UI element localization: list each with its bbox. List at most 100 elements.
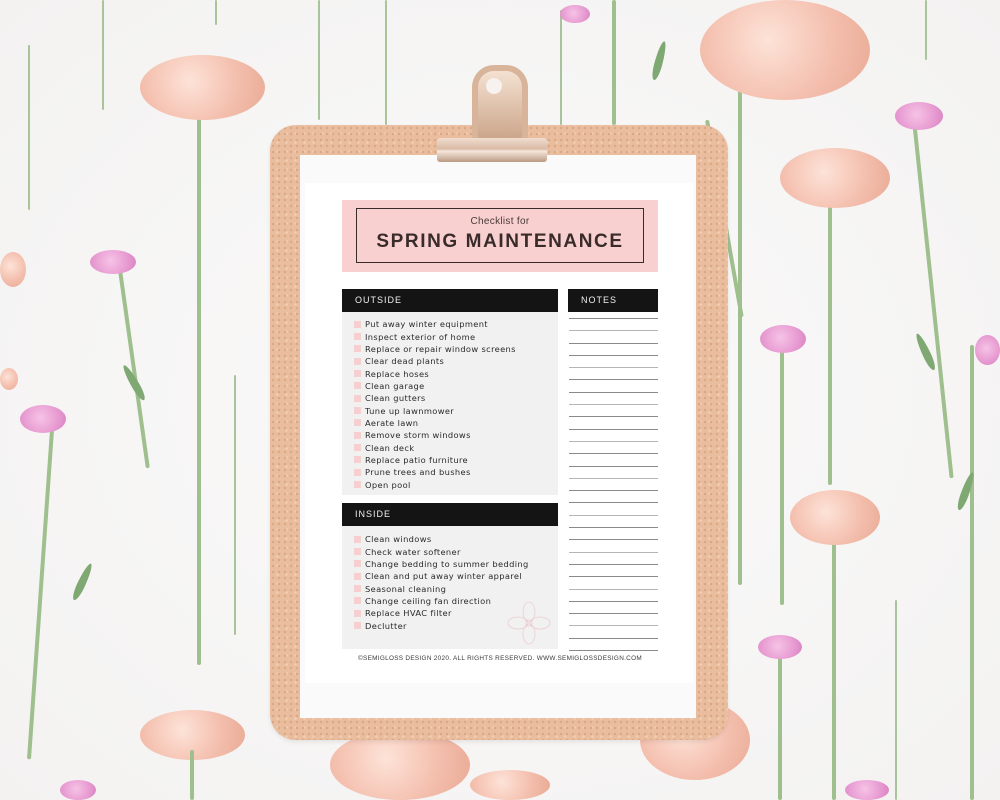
- checklist-item[interactable]: Clean windows: [354, 533, 529, 545]
- notes-line[interactable]: [569, 391, 658, 393]
- checklist-item[interactable]: Open pool: [354, 478, 516, 490]
- checkbox-icon[interactable]: [354, 407, 361, 415]
- checkbox-icon[interactable]: [354, 585, 361, 593]
- notes-line[interactable]: [569, 379, 658, 381]
- notes-line[interactable]: [569, 354, 658, 356]
- checklist-item[interactable]: Replace or repair window screens: [354, 343, 516, 355]
- checklist-item[interactable]: Change ceiling fan direction: [354, 595, 529, 607]
- checklist-item[interactable]: Remove storm windows: [354, 429, 516, 441]
- notes-lines[interactable]: [569, 318, 658, 662]
- checklist-item-label: Replace hoses: [365, 368, 430, 379]
- checklist-item[interactable]: Clean gutters: [354, 392, 516, 404]
- checklist-item[interactable]: Put away winter equipment: [354, 318, 516, 330]
- checkbox-icon[interactable]: [354, 357, 361, 365]
- notes-line[interactable]: [569, 465, 658, 467]
- flower-stem: [738, 90, 742, 585]
- flower-icon: [700, 0, 870, 100]
- inside-heading: INSIDE: [355, 509, 392, 519]
- checklist-item[interactable]: Inspect exterior of home: [354, 330, 516, 342]
- checkbox-icon[interactable]: [354, 597, 361, 605]
- checkbox-icon[interactable]: [354, 548, 361, 556]
- checkbox-icon[interactable]: [354, 572, 361, 580]
- notes-line[interactable]: [569, 440, 658, 442]
- binder-clip-hole: [486, 78, 502, 94]
- notes-line[interactable]: [569, 527, 658, 529]
- checklist-item[interactable]: Change bedding to summer bedding: [354, 558, 529, 570]
- flower-sketch-icon: [507, 601, 551, 645]
- checklist-item[interactable]: Aerate lawn: [354, 417, 516, 429]
- notes-line[interactable]: [569, 416, 658, 418]
- notes-line[interactable]: [569, 490, 658, 492]
- checklist-item[interactable]: Tune up lawnmower: [354, 404, 516, 416]
- flower-stem: [925, 0, 927, 60]
- notes-line[interactable]: [569, 563, 658, 565]
- checkbox-icon[interactable]: [354, 622, 361, 630]
- checklist-item[interactable]: Seasonal cleaning: [354, 582, 529, 594]
- flower-icon: [975, 335, 1000, 365]
- checklist-item-label: Tune up lawnmower: [365, 405, 455, 416]
- notes-line[interactable]: [569, 539, 658, 541]
- checkbox-icon[interactable]: [354, 535, 361, 543]
- checklist-item-label: Clean and put away winter apparel: [365, 571, 522, 582]
- checkbox-icon[interactable]: [354, 456, 361, 464]
- checklist-item-label: Aerate lawn: [365, 417, 419, 428]
- notes-line[interactable]: [569, 428, 658, 430]
- flower-stem: [197, 105, 201, 665]
- notes-line[interactable]: [569, 367, 658, 369]
- checkbox-icon[interactable]: [354, 382, 361, 390]
- notes-line[interactable]: [569, 514, 658, 516]
- flower-stem: [780, 345, 784, 605]
- checkbox-icon[interactable]: [354, 333, 361, 341]
- flower-stem: [612, 0, 616, 125]
- checklist-item[interactable]: Replace hoses: [354, 367, 516, 379]
- checkbox-icon[interactable]: [354, 394, 361, 402]
- checklist-item[interactable]: Declutter: [354, 619, 529, 631]
- checklist-item-label: Check water softener: [365, 546, 461, 557]
- outside-checklist: Put away winter equipment Inspect exteri…: [354, 318, 516, 491]
- notes-line[interactable]: [569, 600, 658, 602]
- notes-line[interactable]: [569, 625, 658, 627]
- notes-line[interactable]: [569, 576, 658, 578]
- checklist-item[interactable]: Clear dead plants: [354, 355, 516, 367]
- checkbox-icon[interactable]: [354, 419, 361, 427]
- checklist-item[interactable]: Clean deck: [354, 441, 516, 453]
- notes-line[interactable]: [569, 588, 658, 590]
- checklist-item[interactable]: Check water softener: [354, 545, 529, 557]
- notes-line[interactable]: [569, 342, 658, 344]
- checklist-item[interactable]: Replace HVAC filter: [354, 607, 529, 619]
- checkbox-icon[interactable]: [354, 560, 361, 568]
- checklist-item-label: Put away winter equipment: [365, 319, 488, 330]
- flower-stem: [102, 0, 104, 110]
- checklist-item[interactable]: Clean garage: [354, 380, 516, 392]
- checkbox-icon[interactable]: [354, 444, 361, 452]
- checkbox-icon[interactable]: [354, 481, 361, 489]
- notes-line[interactable]: [569, 650, 658, 652]
- inside-section-header: INSIDE: [342, 503, 558, 526]
- checklist-item[interactable]: Clean and put away winter apparel: [354, 570, 529, 582]
- checklist-item[interactable]: Replace patio furniture: [354, 454, 516, 466]
- notes-line[interactable]: [569, 637, 658, 639]
- checkbox-icon[interactable]: [354, 370, 361, 378]
- checkbox-icon[interactable]: [354, 609, 361, 617]
- notes-line[interactable]: [569, 318, 658, 319]
- checkbox-icon[interactable]: [354, 345, 361, 353]
- checklist-item[interactable]: Prune trees and bushes: [354, 466, 516, 478]
- notes-line[interactable]: [569, 404, 658, 406]
- flower-icon: [0, 252, 26, 287]
- flower-icon: [330, 730, 470, 800]
- checkbox-icon[interactable]: [354, 468, 361, 476]
- notes-line[interactable]: [569, 613, 658, 615]
- notes-line[interactable]: [569, 551, 658, 553]
- flower-icon: [140, 55, 265, 120]
- notes-line[interactable]: [569, 502, 658, 504]
- outside-section-header: OUTSIDE: [342, 289, 558, 312]
- notes-line[interactable]: [569, 453, 658, 455]
- checklist-item-label: Open pool: [365, 479, 411, 490]
- inside-checklist: Clean windows Check water softener Chang…: [354, 533, 529, 632]
- notes-line[interactable]: [569, 477, 658, 479]
- notes-line[interactable]: [569, 330, 658, 332]
- binder-clip-base: [437, 138, 547, 162]
- checkbox-icon[interactable]: [354, 431, 361, 439]
- flower-icon: [845, 780, 889, 800]
- checkbox-icon[interactable]: [354, 320, 361, 328]
